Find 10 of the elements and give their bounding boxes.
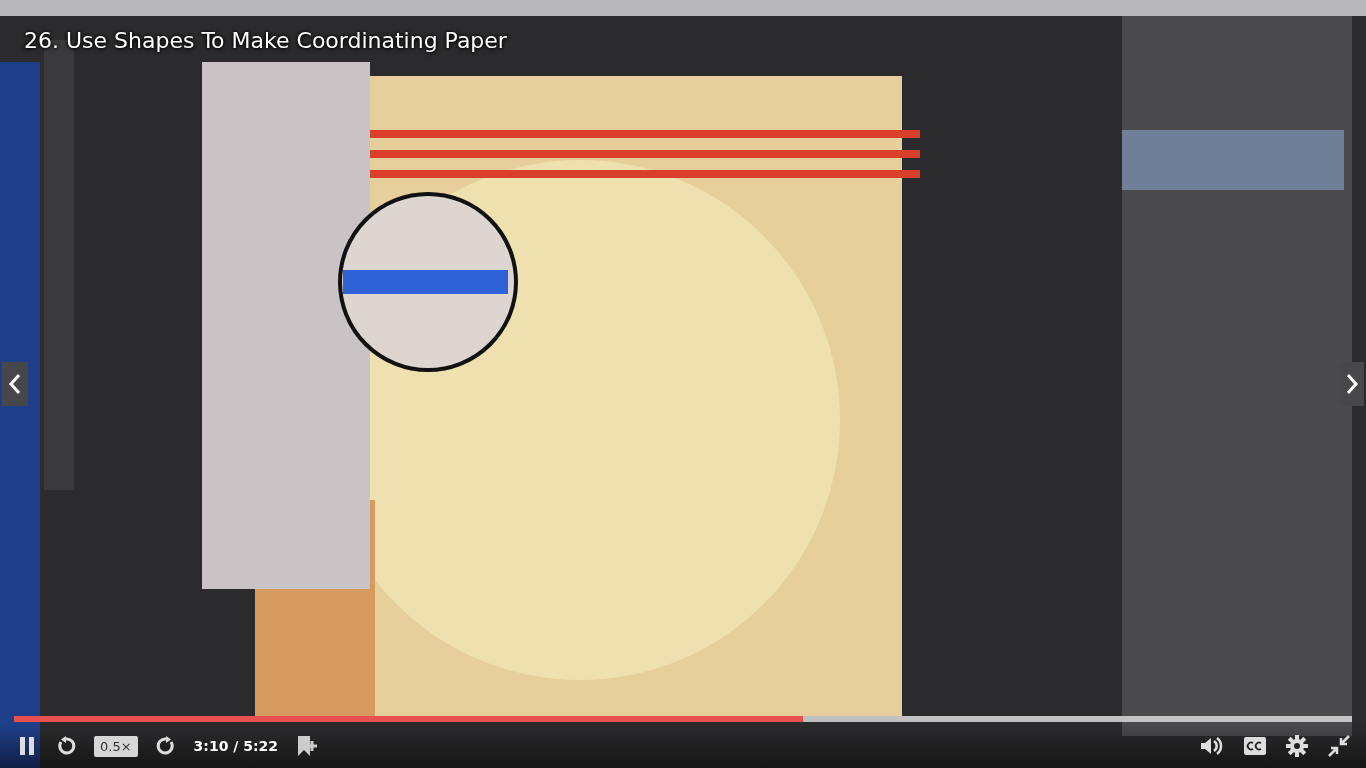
exit-fullscreen-button[interactable] bbox=[1326, 733, 1352, 759]
chevron-left-icon bbox=[8, 373, 22, 395]
settings-button[interactable] bbox=[1284, 733, 1310, 759]
video-title: 26. Use Shapes To Make Coordinating Paper bbox=[24, 28, 507, 53]
chevron-right-icon bbox=[1345, 373, 1359, 395]
captions-button[interactable] bbox=[1242, 735, 1268, 757]
time-display: 3:10 / 5:22 bbox=[193, 738, 279, 754]
next-button[interactable] bbox=[1340, 362, 1364, 406]
speed-button[interactable]: 0.5× bbox=[94, 735, 138, 757]
previous-button[interactable] bbox=[2, 362, 28, 406]
